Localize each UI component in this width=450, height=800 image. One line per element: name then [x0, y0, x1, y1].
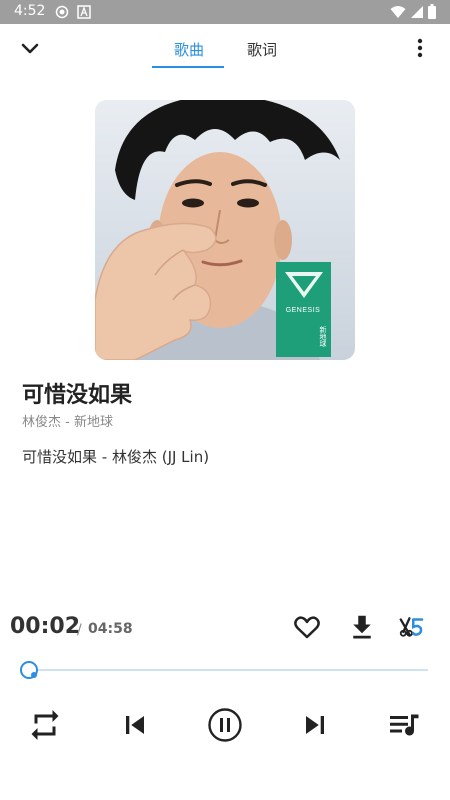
status-bar: 4:52	[0, 0, 450, 24]
wifi-icon	[390, 5, 406, 19]
record-icon	[55, 5, 69, 19]
chevron-down-icon[interactable]	[18, 36, 42, 60]
battery-icon	[428, 4, 436, 19]
current-time: 00:02	[10, 614, 81, 639]
download-icon[interactable]	[347, 612, 377, 642]
quality-icon[interactable]	[397, 612, 427, 642]
progress-thumb[interactable]	[19, 661, 38, 679]
heart-icon[interactable]	[292, 612, 322, 642]
queue-icon[interactable]	[387, 707, 423, 743]
artist-album[interactable]: 林俊杰 - 新地球	[22, 411, 113, 430]
more-vertical-icon[interactable]	[408, 36, 432, 60]
sleeve-title: GENESIS	[286, 307, 321, 314]
tab-song[interactable]: 歌曲	[174, 39, 204, 60]
progress-slider[interactable]	[16, 659, 430, 681]
album-cover: GENESIS 新地球	[95, 100, 355, 360]
time-separator: /	[77, 622, 82, 638]
a-icon	[77, 5, 91, 19]
status-time: 4:52	[14, 3, 46, 19]
song-title: 可惜没如果	[22, 383, 133, 408]
top-bar: 歌曲 歌词	[0, 24, 450, 72]
next-icon[interactable]	[297, 707, 333, 743]
previous-icon[interactable]	[117, 707, 153, 743]
progress-track	[24, 669, 428, 671]
pause-icon[interactable]	[207, 707, 243, 743]
total-time: 04:58	[88, 621, 133, 637]
active-tab-indicator	[152, 66, 224, 68]
sleeve-side-text: 新地球	[319, 325, 327, 347]
tab-lyrics[interactable]: 歌词	[247, 39, 277, 60]
current-lyric[interactable]: 可惜没如果 - 林俊杰 (JJ Lin)	[22, 446, 209, 467]
repeat-icon[interactable]	[27, 707, 63, 743]
signal-icon	[410, 5, 424, 19]
